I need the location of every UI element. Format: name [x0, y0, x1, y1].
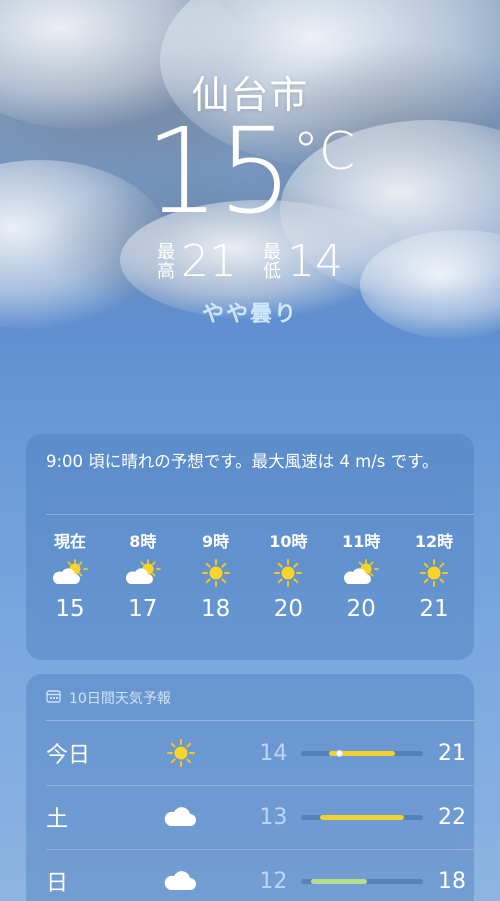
- current-temperature-dot: [335, 749, 343, 757]
- divider: [46, 849, 474, 850]
- high-low: 最高 21 最低 14: [0, 240, 500, 284]
- daily-row[interactable]: 土 13 22: [46, 792, 466, 842]
- high-label: 最高: [157, 242, 175, 282]
- temperature-unit: °C: [292, 122, 356, 182]
- hour-label: 11時: [342, 532, 381, 551]
- sun-icon: [180, 550, 252, 596]
- sun-icon: [398, 550, 470, 596]
- ten-day-title: 10日間天気予報: [69, 691, 171, 707]
- low-temperature: 14: [287, 236, 343, 287]
- hour-label: 8時: [129, 532, 157, 551]
- partly-cloudy-icon: [107, 550, 179, 596]
- hour-label: 12時: [414, 532, 454, 551]
- hour-label: 9時: [202, 532, 230, 551]
- hour-temperature: 15: [55, 596, 85, 622]
- high-temperature: 22: [438, 804, 466, 830]
- low-temperature: 13: [259, 804, 288, 830]
- temperature-range-bar: [301, 878, 424, 884]
- low-temperature: 14: [259, 740, 288, 766]
- hourly-item: 8時 17: [107, 528, 179, 622]
- temperature-range-bar: [301, 749, 424, 757]
- partly-cloudy-icon: [325, 550, 397, 596]
- hourly-item: 12時 21: [398, 528, 470, 622]
- divider: [46, 514, 474, 515]
- day-label: 今日: [46, 743, 91, 768]
- cloud-icon: [152, 869, 210, 893]
- sun-icon: [252, 550, 324, 596]
- hourly-list[interactable]: 現在 15 8時 17 9時 18 10時 20 11時 20 12時 21: [34, 528, 470, 622]
- hourly-item: 10時 20: [252, 528, 324, 622]
- hour-temperature: 20: [273, 596, 304, 622]
- sun-icon: [152, 738, 210, 768]
- calendar-icon: [46, 689, 61, 707]
- hour-label: 現在: [53, 532, 86, 551]
- hourly-item: 現在 15: [34, 528, 106, 622]
- high-temperature: 21: [438, 740, 466, 766]
- low-temperature: 12: [259, 868, 288, 894]
- hourly-forecast-card[interactable]: 9:00 頃に晴れの予想です。最大風速は 4 m/s です。 現在 15 8時 17 9…: [26, 434, 474, 660]
- current-weather-header: 仙台市 15°C 最高 21 最低 14 やや曇り: [0, 0, 500, 340]
- ten-day-header: 10日間天気予報: [46, 688, 171, 708]
- temperature-value: 15: [144, 102, 293, 240]
- day-label: 日: [46, 871, 69, 896]
- hourly-item: 9時 18: [180, 528, 252, 622]
- partly-cloudy-icon: [34, 550, 106, 596]
- temperature-range-fill: [310, 878, 367, 884]
- hour-temperature: 21: [419, 596, 449, 622]
- hour-temperature: 20: [346, 596, 376, 622]
- high-temperature: 21: [181, 236, 237, 287]
- daily-row[interactable]: 日 12 18: [46, 856, 466, 901]
- hourly-summary: 9:00 頃に晴れの予想です。最大風速は 4 m/s です。: [46, 452, 439, 471]
- high-temperature: 18: [438, 868, 466, 894]
- day-label: 土: [46, 807, 69, 832]
- ten-day-forecast-card[interactable]: 10日間天気予報 今日 14 21 土 13 22 日 12 18: [26, 674, 474, 901]
- hour-temperature: 18: [200, 596, 231, 622]
- hourly-item: 11時 20: [325, 528, 397, 622]
- divider: [46, 785, 474, 786]
- temperature-range-bar: [301, 814, 424, 820]
- hour-temperature: 17: [128, 596, 158, 622]
- condition-text: やや曇り: [201, 302, 298, 327]
- divider: [46, 720, 474, 721]
- current-temperature: 15°C: [0, 112, 500, 230]
- cloud-icon: [152, 805, 210, 829]
- low-label: 最低: [263, 242, 281, 282]
- temperature-range-fill: [320, 814, 405, 820]
- hour-label: 10時: [269, 532, 308, 551]
- daily-row[interactable]: 今日 14 21: [46, 728, 466, 778]
